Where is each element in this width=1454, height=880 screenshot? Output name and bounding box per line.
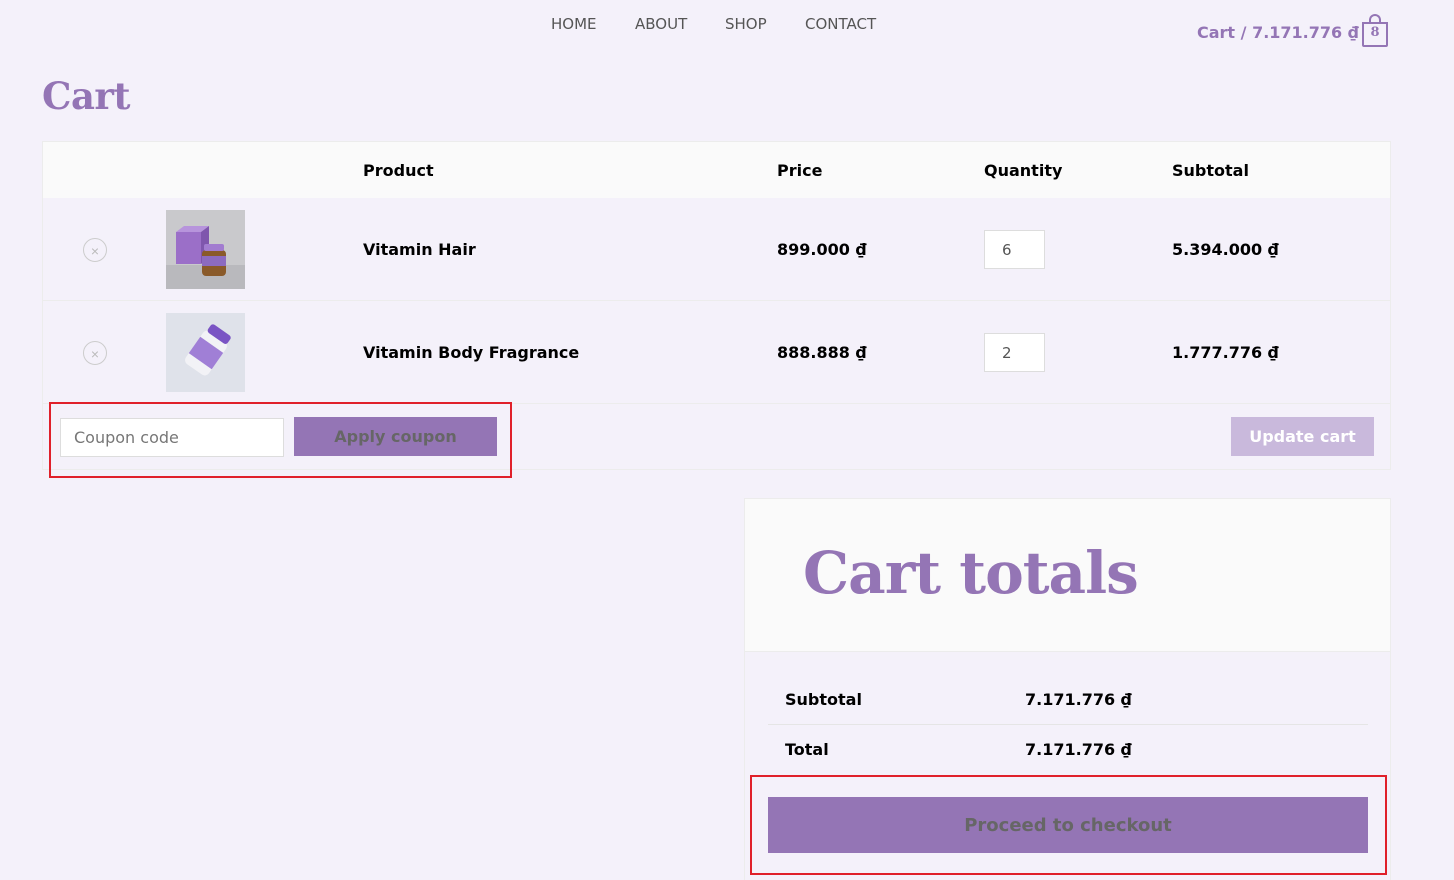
- nav-home-link[interactable]: HOME: [551, 15, 597, 33]
- totals-subtotal-row: Subtotal 7.171.776 ₫: [768, 674, 1368, 725]
- product-thumbnail[interactable]: [166, 313, 245, 392]
- totals-total-row: Total 7.171.776 ₫: [768, 724, 1368, 774]
- product-name[interactable]: Vitamin Body Fragrance: [363, 343, 579, 362]
- product-price: 888.888 ₫: [777, 343, 867, 362]
- total-value: 7.171.776 ₫: [1025, 740, 1132, 759]
- remove-item-button[interactable]: ×: [83, 238, 107, 262]
- subtotal-label: Subtotal: [785, 690, 862, 709]
- vitamin-hair-image: [166, 210, 245, 289]
- header-price: Price: [777, 161, 823, 180]
- table-header: Product Price Quantity Subtotal: [43, 142, 1390, 199]
- header-quantity: Quantity: [984, 161, 1063, 180]
- table-row: × Vitamin Body Fragrance 888.888 ₫ 1.777…: [43, 301, 1390, 404]
- nav-about-link[interactable]: ABOUT: [635, 15, 687, 33]
- nav-shop-link[interactable]: SHOP: [725, 15, 767, 33]
- subtotal-value: 7.171.776 ₫: [1025, 690, 1132, 709]
- quantity-input[interactable]: [984, 230, 1045, 269]
- cart-count-badge: 8: [1370, 25, 1380, 40]
- row-subtotal: 5.394.000 ₫: [1172, 240, 1279, 259]
- product-name[interactable]: Vitamin Hair: [363, 240, 476, 259]
- cart-totals-header: Cart totals: [745, 499, 1390, 652]
- table-row: × Vitamin Hair 899.000 ₫ 5.394.000 ₫: [43, 198, 1390, 301]
- header-subtotal: Subtotal: [1172, 161, 1249, 180]
- apply-coupon-button[interactable]: Apply coupon: [294, 417, 497, 456]
- vitamin-body-fragrance-image: [166, 313, 245, 392]
- update-cart-button[interactable]: Update cart: [1231, 417, 1374, 456]
- product-price: 899.000 ₫: [777, 240, 867, 259]
- nav-contact-link[interactable]: CONTACT: [805, 15, 876, 33]
- cart-totals: Cart totals Subtotal 7.171.776 ₫ Total 7…: [744, 498, 1391, 880]
- header-product: Product: [363, 161, 434, 180]
- remove-item-button[interactable]: ×: [83, 341, 107, 365]
- coupon-code-input[interactable]: [60, 418, 284, 457]
- page-title: Cart: [42, 74, 131, 118]
- quantity-input[interactable]: [984, 333, 1045, 372]
- cart-actions: Apply coupon Update cart: [43, 404, 1390, 469]
- cart-bag-icon[interactable]: 8: [1362, 14, 1390, 47]
- header-cart-link[interactable]: Cart / 7.171.776 ₫: [1197, 23, 1359, 42]
- product-thumbnail[interactable]: [166, 210, 245, 289]
- total-label: Total: [785, 740, 829, 759]
- cart-totals-title: Cart totals: [803, 539, 1139, 607]
- row-subtotal: 1.777.776 ₫: [1172, 343, 1279, 362]
- cart-table: Product Price Quantity Subtotal × Vitami…: [42, 141, 1391, 470]
- proceed-to-checkout-button[interactable]: Proceed to checkout: [768, 797, 1368, 853]
